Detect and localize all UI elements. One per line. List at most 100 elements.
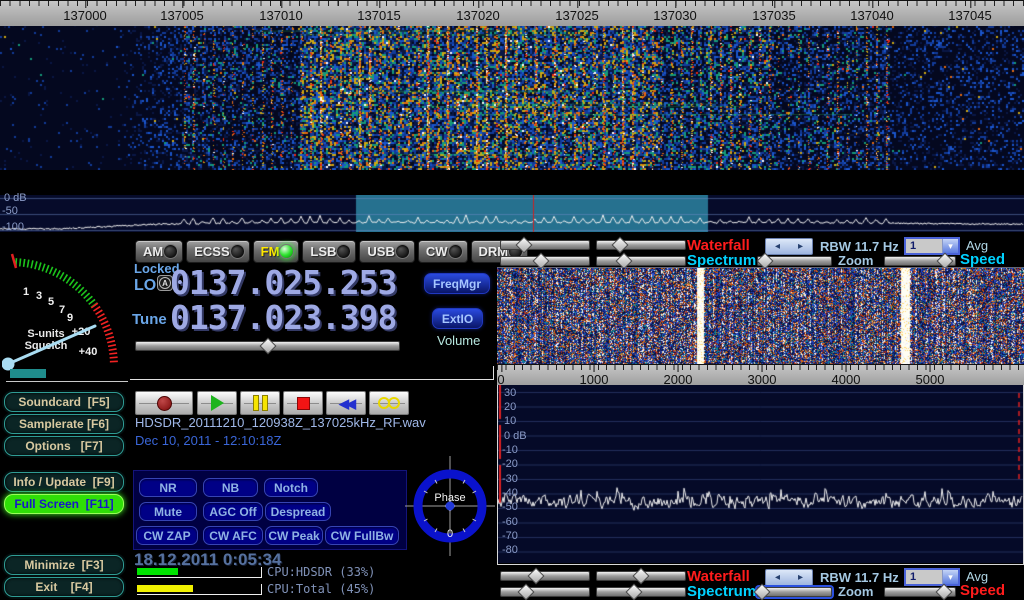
slider-thumb[interactable] [528,568,545,585]
dropdown-arrow-icon[interactable]: ▾ [942,570,958,584]
mode-button-usb[interactable]: USB [359,240,414,263]
mode-button-cw[interactable]: CW [418,240,468,263]
mode-led [395,244,410,259]
main-frequency-scale[interactable]: 137000 137005 137010 137015 137020 13702… [0,0,1024,26]
info-update-button[interactable]: Info / Update [F9] [4,472,124,492]
rbw-value-bottom: RBW 11.7 Hz [820,570,899,585]
zoom-label-top: Zoom [838,253,873,268]
cpu-hdsdr-label: CPU:HDSDR (33%) [267,565,375,579]
cw-zap-button[interactable]: CW ZAP [136,526,198,545]
db-label: -20 [502,459,518,470]
minimize-button[interactable]: Minimize [F3] [4,555,124,575]
mute-button[interactable]: Mute [139,502,197,521]
spectrum-brightness-slider-bottom[interactable] [500,587,590,597]
mode-button-lsb[interactable]: LSB [302,240,356,263]
samplerate-button[interactable]: Samplerate [F6] [4,414,124,434]
meter-divider [6,381,128,382]
recording-filename: HDSDR_20111210_120938Z_137025kHz_RF.wav [135,415,426,430]
phase-zero-label: 0 [447,528,453,540]
db-label: -10 [502,445,518,456]
spectrum-label-bottom: Spectrum [687,583,756,600]
spinner-right-arrow-icon[interactable]: ▸ [798,241,803,252]
options-button[interactable]: Options [F7] [4,436,124,456]
record-icon [157,396,172,411]
rewind-button[interactable] [326,391,366,415]
dropdown-arrow-icon[interactable]: ▾ [942,239,958,253]
freqmgr-button[interactable]: FreqMgr [424,273,490,294]
despread-button[interactable]: Despread [265,502,331,521]
slider-thumb[interactable] [633,568,650,585]
freq-tick-label: 137005 [160,8,203,23]
extio-button[interactable]: ExtIO [432,308,483,329]
exit-button[interactable]: Exit [F4] [4,577,124,597]
spinner-right-arrow-icon[interactable]: ▸ [798,572,803,583]
nb-button[interactable]: NB [203,478,258,497]
zoom-slider-bottom[interactable] [757,587,832,597]
pause-button[interactable] [240,391,280,415]
notch-button[interactable]: Notch [264,478,318,497]
spectrum-brightness-slider-top[interactable] [500,256,590,266]
hdsdr-main-window: 137000 137005 137010 137015 137020 13702… [0,0,1024,600]
slider-thumb[interactable] [625,584,642,600]
cw-peak-button[interactable]: CW Peak [265,526,323,545]
slider-thumb[interactable] [611,237,628,254]
avg-dropdown-top[interactable]: 1 ▾ [904,237,960,255]
spinner-left-arrow-icon[interactable]: ◂ [775,572,780,583]
spectrum-contrast-slider-bottom[interactable] [596,587,686,597]
lo-label: LO [134,277,156,295]
main-spectrum-display[interactable]: 0 dB -50 -100 [0,195,1024,232]
audio-spectrum-display[interactable]: 30 20 10 0 dB -10 -20 -30 -40 -50 -60 -7… [497,385,1024,565]
audio-waterfall-display[interactable] [497,267,1024,365]
cw-afc-button[interactable]: CW AFC [203,526,263,545]
speed-slider-top[interactable] [884,256,956,266]
tune-frequency-display[interactable]: 0137.023.398 [170,301,396,335]
mode-button-row: AM ECSS FM LSB USB CW DRM [135,240,483,263]
loop-button[interactable] [369,391,409,415]
stop-button[interactable] [283,391,323,415]
nr-button[interactable]: NR [139,478,197,497]
cw-fullbw-button[interactable]: CW FullBw [325,526,399,545]
play-button[interactable] [197,391,237,415]
slider-thumb[interactable] [517,584,534,600]
zoom-slider-top[interactable] [757,256,832,266]
mode-button-am[interactable]: AM [135,240,183,263]
mode-button-fm[interactable]: FM [253,240,300,263]
waterfall-brightness-slider-top[interactable] [500,240,590,250]
speed-slider-bottom[interactable] [884,587,956,597]
volume-slider-thumb[interactable] [259,338,276,355]
spectrum-contrast-slider-top[interactable] [596,256,686,266]
smeter-number: 7 [59,304,65,316]
speed-label-bottom: Speed [960,582,1005,599]
fullscreen-button[interactable]: Full Screen [F11] [4,494,124,514]
db-label: -30 [502,474,518,485]
s-meter: 1 3 5 7 9 +20 +40 S-units Squelch [2,240,128,374]
soundcard-button[interactable]: Soundcard [F5] [4,392,124,412]
mode-led [336,244,351,259]
db-label: 0 dB [504,431,527,442]
waterfall-contrast-slider-top[interactable] [596,240,686,250]
audio-frequency-scale[interactable]: 0 1000 2000 3000 4000 5000 [497,364,1024,386]
db-label: -50 [502,502,518,513]
main-spectrum-canvas [0,195,1024,232]
freq-tick-label: 137040 [850,8,893,23]
play-icon [211,395,224,411]
playback-position-bar[interactable] [130,366,494,380]
rbw-spinner-bottom[interactable]: ◂▸ [765,569,813,586]
freq-tick-label: 137045 [948,8,991,23]
lo-frequency-display[interactable]: 0137.025.253 [170,266,396,300]
rbw-spinner-top[interactable]: ◂▸ [765,238,813,255]
mode-label: FM [261,244,280,259]
dsp-panel: NR NB Notch Mute AGC Off Despread CW ZAP… [133,470,407,550]
agc-button[interactable]: AGC Off [203,502,263,521]
squelch-marker [12,254,16,268]
waterfall-contrast-slider-bottom[interactable] [596,571,686,581]
mode-button-ecss[interactable]: ECSS [186,240,249,263]
volume-slider[interactable] [135,341,400,351]
spinner-left-arrow-icon[interactable]: ◂ [775,241,780,252]
waterfall-brightness-slider-bottom[interactable] [500,571,590,581]
db-label: 0 dB [4,193,27,204]
smeter-units-label: S-units [27,328,64,340]
record-button[interactable] [135,391,193,415]
squelch-indicator-bar[interactable] [10,369,46,378]
avg-dropdown-bottom[interactable]: 1 ▾ [904,568,960,586]
